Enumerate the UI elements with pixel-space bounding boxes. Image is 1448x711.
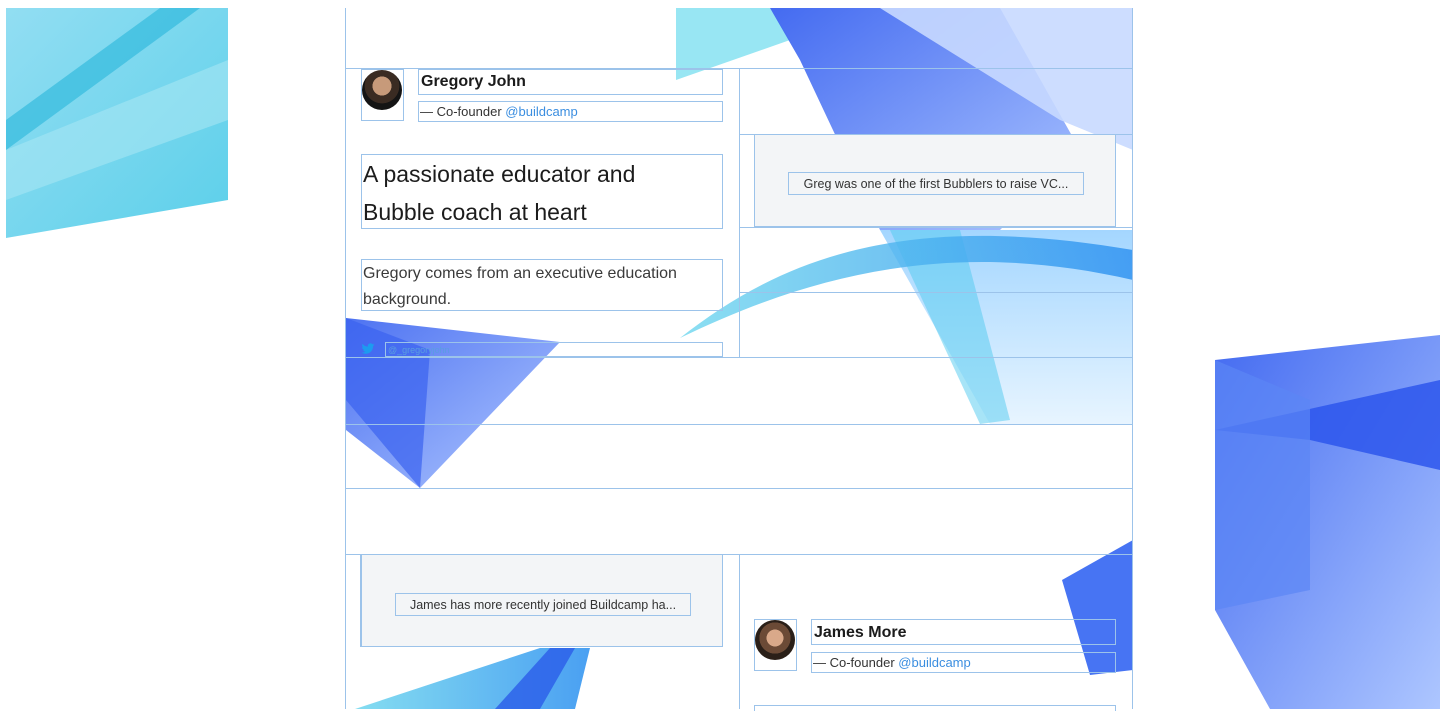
description-box: Gregory comes from an executive educatio… [361, 259, 723, 311]
name-box: Gregory John [418, 69, 723, 95]
guide-line [345, 488, 1133, 489]
quote-box: James has more recently joined Buildcamp… [395, 593, 691, 616]
guide-line [345, 8, 346, 709]
guide-line [345, 424, 1133, 425]
profile-name: James More [814, 624, 907, 641]
role-box: — Co-founder @buildcamp [811, 652, 1116, 673]
role-handle-link[interactable]: @buildcamp [898, 655, 970, 670]
twitter-icon[interactable] [361, 342, 375, 356]
guide-line [739, 68, 740, 358]
profile-role: — Co-founder @buildcamp [813, 655, 971, 670]
guide-line [739, 227, 1133, 228]
profile-headline: A passionate educator and Bubble coach a… [363, 155, 635, 231]
twitter-handle-box: @_gregoryjohn [385, 342, 723, 357]
role-box: — Co-founder @buildcamp [418, 101, 723, 122]
description-line-1: Gregory comes from an executive educatio… [363, 265, 677, 282]
twitter-handle-link[interactable]: @_gregoryjohn [388, 345, 450, 355]
next-section-box [754, 705, 1116, 711]
guide-line [345, 357, 1133, 358]
avatar-gregory [362, 70, 402, 110]
guide-line [1132, 8, 1133, 709]
guide-line [739, 292, 1133, 293]
quote-card: Greg was one of the first Bubblers to ra… [754, 134, 1116, 227]
name-box: James More [811, 619, 1116, 645]
quote-card: James has more recently joined Buildcamp… [361, 554, 723, 647]
role-prefix: — Co-founder [420, 104, 502, 119]
guide-line [739, 554, 740, 709]
profile-description: Gregory comes from an executive educatio… [363, 261, 677, 313]
quote-text: Greg was one of the first Bubblers to ra… [803, 177, 1069, 191]
profile-name: Gregory John [421, 73, 526, 90]
guide-line [754, 134, 755, 227]
role-handle-link[interactable]: @buildcamp [505, 104, 577, 119]
avatar-james [755, 620, 795, 660]
quote-text: James has more recently joined Buildcamp… [409, 598, 677, 612]
headline-box: A passionate educator and Bubble coach a… [361, 154, 723, 229]
description-line-2: background. [363, 291, 452, 308]
quote-box: Greg was one of the first Bubblers to ra… [788, 172, 1084, 195]
background-decoration [6, 8, 1440, 709]
profile-role: — Co-founder @buildcamp [420, 104, 578, 119]
role-prefix: — Co-founder [813, 655, 895, 670]
headline-line-1: A passionate educator and [363, 161, 636, 187]
headline-line-2: Bubble coach at heart [363, 199, 587, 225]
